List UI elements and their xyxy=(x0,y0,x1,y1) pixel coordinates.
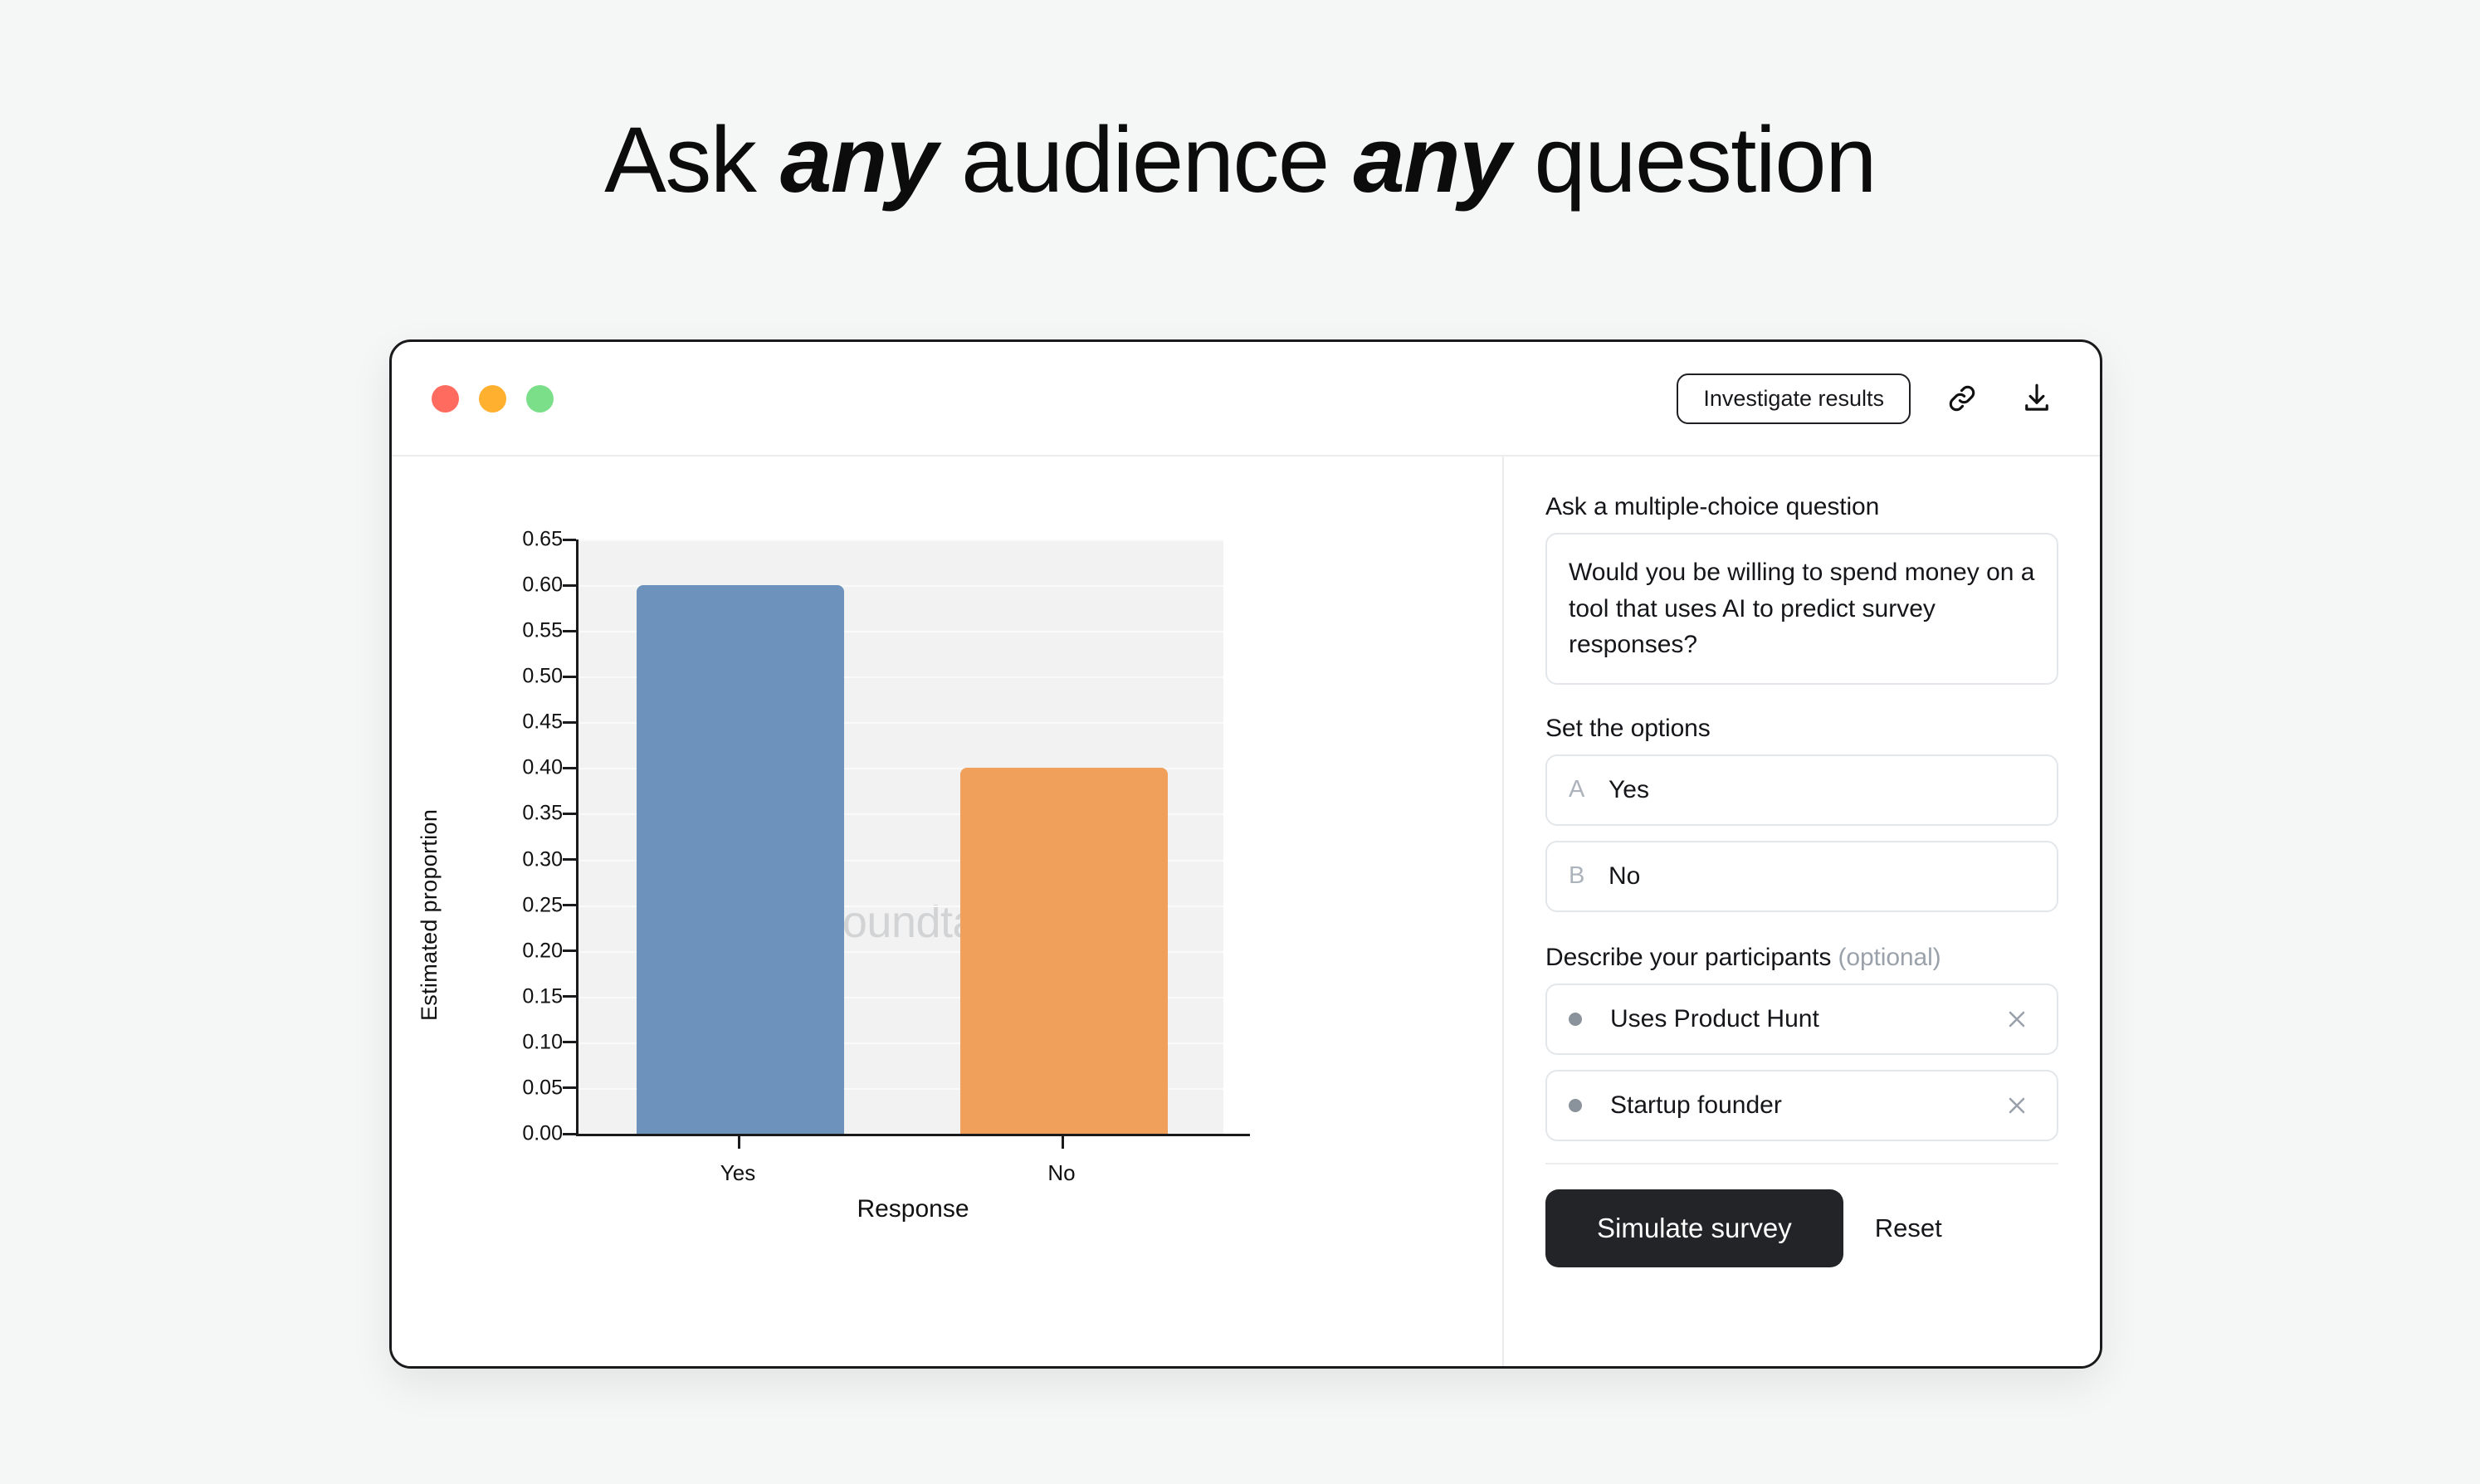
bullet-dot-icon xyxy=(1569,1013,1582,1026)
participants-list: Uses Product Hunt Startup founder xyxy=(1545,984,2058,1141)
y-axis-ticks: 0.000.050.100.150.200.250.300.350.400.45… xyxy=(453,539,563,1134)
page-root: Ask any audience any question Investigat… xyxy=(0,0,2480,1484)
investigate-results-button[interactable]: Investigate results xyxy=(1677,373,1911,424)
y-tick-label: 0.45 xyxy=(522,710,563,735)
headline-part-2: audience xyxy=(936,108,1353,212)
titlebar-actions: Investigate results xyxy=(1677,373,2060,424)
y-tick-label: 0.35 xyxy=(522,802,563,826)
simulate-survey-button[interactable]: Simulate survey xyxy=(1545,1189,1843,1267)
y-tick-marks xyxy=(576,539,577,1134)
y-tick-label: 0.50 xyxy=(522,665,563,689)
participants-optional-text: (optional) xyxy=(1838,944,1941,971)
option-input-b[interactable]: BNo xyxy=(1545,841,2058,912)
link-icon[interactable] xyxy=(1939,375,1985,422)
headline-emphasis-1: any xyxy=(780,108,937,212)
y-axis-label: Estimated proportion xyxy=(417,809,442,1021)
y-tick-mark xyxy=(563,858,576,861)
bullet-dot-icon xyxy=(1569,1099,1582,1112)
participant-tag[interactable]: Startup founder xyxy=(1545,1070,2058,1141)
y-tick-mark xyxy=(563,813,576,815)
window-titlebar: Investigate results xyxy=(392,342,2100,456)
y-tick-mark xyxy=(563,949,576,952)
option-value: No xyxy=(1609,862,1640,891)
minimize-dot-icon[interactable] xyxy=(479,385,506,412)
y-tick-label: 0.55 xyxy=(522,619,563,643)
bar-no[interactable] xyxy=(960,768,1168,1134)
maximize-dot-icon[interactable] xyxy=(526,385,554,412)
x-axis-line xyxy=(576,1134,1250,1136)
y-tick-label: 0.10 xyxy=(522,1030,563,1054)
survey-form-pane: Ask a multiple-choice question Would you… xyxy=(1504,456,2100,1369)
bar-yes[interactable] xyxy=(637,585,844,1134)
y-tick-mark xyxy=(563,539,576,541)
headline-part-3: question xyxy=(1510,108,1876,212)
close-dot-icon[interactable] xyxy=(432,385,459,412)
participants-field-label: Describe your participants (optional) xyxy=(1545,944,2058,972)
page-title: Ask any audience any question xyxy=(0,106,2480,214)
y-tick-label: 0.05 xyxy=(522,1076,563,1100)
spacer xyxy=(1545,927,2058,944)
traffic-light-dots xyxy=(432,385,554,412)
remove-participant-close-icon[interactable] xyxy=(1999,1087,2035,1124)
y-tick-mark xyxy=(563,1133,576,1135)
option-value: Yes xyxy=(1609,776,1649,804)
y-tick-mark xyxy=(563,767,576,769)
y-tick-label: 0.40 xyxy=(522,756,563,780)
participant-value: Startup founder xyxy=(1610,1091,1782,1120)
y-tick-mark xyxy=(563,904,576,906)
remove-participant-close-icon[interactable] xyxy=(1999,1001,2035,1037)
participant-tag[interactable]: Uses Product Hunt xyxy=(1545,984,2058,1055)
y-tick-label: 0.65 xyxy=(522,528,563,552)
y-tick-label: 0.00 xyxy=(522,1122,563,1146)
download-icon[interactable] xyxy=(2014,375,2060,422)
y-tick-label: 0.25 xyxy=(522,893,563,917)
bar-chart: Estimated proportion 0.00 0.05 0.10 0.15 0.2… xyxy=(392,456,1504,1369)
x-tick-label: Yes xyxy=(720,1160,755,1186)
x-axis-label: Response xyxy=(857,1195,969,1223)
question-input[interactable]: Would you be willing to spend money on a… xyxy=(1545,533,2058,685)
chart-pane: Estimated proportion 0.00 0.05 0.10 0.15 0.2… xyxy=(392,456,1504,1369)
plot-area: roundtable xyxy=(576,539,1223,1134)
headline-emphasis-2: any xyxy=(1353,108,1510,212)
y-tick-mark xyxy=(563,995,576,998)
y-tick-label: 0.60 xyxy=(522,574,563,598)
y-tick-mark xyxy=(563,721,576,724)
form-actions: Simulate survey Reset xyxy=(1545,1189,2058,1267)
x-tick-label: No xyxy=(1047,1160,1075,1186)
question-field-label: Ask a multiple-choice question xyxy=(1545,493,2058,521)
app-window: Investigate results xyxy=(389,339,2102,1369)
option-letter: A xyxy=(1569,776,1609,803)
y-tick-label: 0.30 xyxy=(522,847,563,871)
option-letter: B xyxy=(1569,862,1609,890)
gridline xyxy=(579,539,1223,541)
form-divider xyxy=(1545,1163,2058,1164)
reset-button[interactable]: Reset xyxy=(1875,1213,1942,1243)
y-tick-label: 0.15 xyxy=(522,984,563,1008)
options-list: AYes BNo xyxy=(1545,754,2058,912)
y-tick-mark xyxy=(563,1041,576,1043)
y-tick-mark xyxy=(563,1086,576,1089)
x-tick-mark xyxy=(738,1134,740,1149)
options-field-label: Set the options xyxy=(1545,715,2058,743)
y-tick-mark xyxy=(563,584,576,587)
x-tick-mark xyxy=(1062,1134,1064,1149)
headline-part-1: Ask xyxy=(604,108,780,212)
participants-label-text: Describe your participants xyxy=(1545,944,1831,971)
app-body: Estimated proportion 0.00 0.05 0.10 0.15 0.2… xyxy=(392,456,2100,1369)
option-input-a[interactable]: AYes xyxy=(1545,754,2058,826)
y-tick-mark xyxy=(563,676,576,678)
y-tick-label: 0.20 xyxy=(522,939,563,963)
participant-value: Uses Product Hunt xyxy=(1610,1005,1819,1033)
y-tick-mark xyxy=(563,630,576,632)
